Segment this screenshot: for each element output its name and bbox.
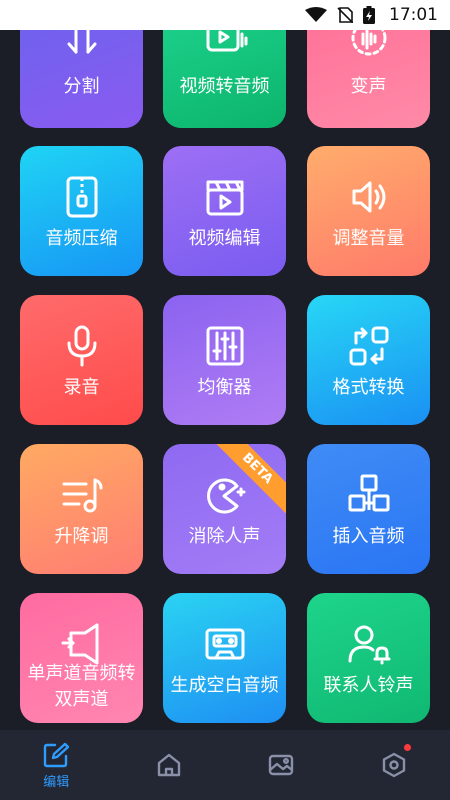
contact-bell-icon [307, 621, 430, 667]
nav-edit-label: 编辑 [43, 774, 70, 790]
speaker-icon [307, 174, 430, 220]
notification-dot [403, 744, 411, 751]
microphone-icon [20, 323, 143, 369]
status-bar: 17:01 [0, 0, 450, 30]
pitch-tile[interactable]: 升降调 [20, 444, 143, 574]
audio-compress-label: 音频压缩 [45, 228, 118, 249]
insert-audio-tile[interactable]: 插入音频 [307, 444, 430, 574]
adjust-volume-label: 调整音量 [332, 228, 405, 249]
equalizer-icon [163, 323, 286, 369]
remove-vocals-label: 消除人声 [188, 526, 261, 547]
insert-audio-label: 插入音频 [332, 526, 405, 547]
mono-to-stereo-label: 单声道音频转 双声道 [27, 663, 136, 710]
split-label: 分割 [63, 76, 100, 97]
voice-changer-label: 变声 [350, 76, 387, 97]
format-convert-tile[interactable]: 格式转换 [307, 295, 430, 425]
contact-ringtone-tile[interactable]: 联系人铃声 [307, 593, 430, 723]
wifi-icon [305, 7, 327, 22]
home-icon [157, 753, 180, 777]
format-convert-label: 格式转换 [332, 377, 405, 398]
insert-icon [307, 472, 430, 518]
audio-compress-tile[interactable]: 音频压缩 [20, 146, 143, 276]
video-edit-label: 视频编辑 [188, 228, 261, 249]
clapperboard-icon [163, 174, 286, 220]
nav-settings[interactable] [338, 730, 450, 800]
pitch-label: 升降调 [54, 526, 109, 547]
status-time: 17:01 [389, 5, 438, 25]
edit-icon [44, 742, 70, 767]
video-to-audio-label: 视频转音频 [179, 76, 270, 97]
mono-to-stereo-tile[interactable]: 单声道音频转 双声道 [20, 593, 143, 723]
equalizer-tile[interactable]: 均衡器 [163, 295, 286, 425]
equalizer-label: 均衡器 [197, 377, 252, 398]
zip-file-icon [20, 174, 143, 220]
no-sim-icon [337, 7, 353, 23]
record-tile[interactable]: 录音 [20, 295, 143, 425]
bottom-nav: 编辑 [0, 730, 450, 800]
nav-gallery[interactable] [225, 730, 338, 800]
adjust-volume-tile[interactable]: 调整音量 [307, 146, 430, 276]
contact-ringtone-label: 联系人铃声 [323, 675, 414, 696]
vocal-remove-icon [163, 472, 286, 518]
nav-home[interactable] [113, 730, 226, 800]
blank-audio-label: 生成空白音频 [170, 675, 279, 696]
cassette-icon [163, 621, 286, 667]
tool-grid: 分割 视频转音频 变声 音频压缩 视频编辑 调整音量 录音 均衡器 格式转换 升… [0, 0, 450, 730]
settings-hexagon-icon [382, 752, 405, 778]
nav-edit[interactable]: 编辑 [0, 730, 113, 800]
blank-audio-tile[interactable]: 生成空白音频 [163, 593, 286, 723]
image-icon [269, 754, 294, 776]
remove-vocals-tile[interactable]: BETA 消除人声 [163, 444, 286, 574]
convert-icon [307, 323, 430, 369]
record-label: 录音 [63, 377, 100, 398]
pitch-icon [20, 472, 143, 518]
video-edit-tile[interactable]: 视频编辑 [163, 146, 286, 276]
battery-charging-icon [363, 6, 375, 24]
